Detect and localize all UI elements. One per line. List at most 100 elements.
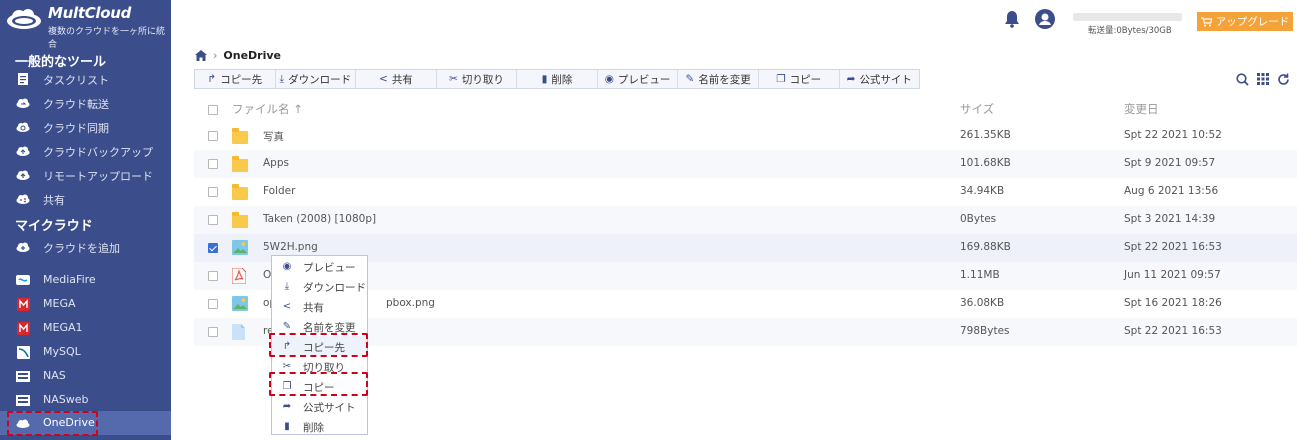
sidebar-item-mega[interactable]: MEGA xyxy=(0,292,171,316)
sidebar-item-cloud-sync[interactable]: クラウド同期 xyxy=(0,115,171,139)
folder-icon xyxy=(232,128,248,144)
sidebar-item-cloud-backup[interactable]: クラウドバックアップ xyxy=(0,139,171,163)
row-checkbox[interactable] xyxy=(208,327,218,337)
breadcrumb-current[interactable]: OneDrive xyxy=(223,49,281,62)
bell-icon[interactable] xyxy=(1004,10,1020,28)
image-file-icon xyxy=(232,296,248,312)
file-date: Spt 9 2021 09:57 xyxy=(1124,157,1216,169)
file-date: Spt 22 2021 16:53 xyxy=(1124,241,1222,253)
sidebar-item-nas[interactable]: NAS xyxy=(0,364,171,388)
sidebar-item-cloud-transfer[interactable]: クラウド転送 xyxy=(0,91,171,115)
row-checkbox[interactable] xyxy=(208,159,218,169)
file-date: Spt 22 2021 10:52 xyxy=(1124,129,1222,141)
context-item-download[interactable]: ⤓ ダウンロード xyxy=(272,276,367,296)
sidebar-item-label: クラウド同期 xyxy=(43,122,109,135)
file-size: 261.35KB xyxy=(960,129,1011,141)
rename-button[interactable]: ✎ 名前を変更 xyxy=(678,70,759,88)
section-clouds-title: マイクラウド xyxy=(15,219,93,234)
table-row[interactable]: Taken (2008) [1080p] 0Bytes Spt 3 2021 1… xyxy=(194,206,1297,234)
official-site-button[interactable]: ➦ 公式サイト xyxy=(840,70,920,88)
highlight-box-copy xyxy=(269,372,368,396)
official-site-icon: ➦ xyxy=(846,73,856,85)
avatar[interactable] xyxy=(1035,9,1055,29)
sidebar-item-nasweb[interactable]: NASweb xyxy=(0,388,171,412)
row-checkbox[interactable] xyxy=(208,299,218,309)
row-checkbox[interactable] xyxy=(208,187,218,197)
mysql-icon xyxy=(16,345,30,359)
context-item-preview[interactable]: ◉ プレビュー xyxy=(272,256,367,276)
sidebar-item-label: タスクリスト xyxy=(43,74,109,87)
file-name: 写真 xyxy=(263,131,284,143)
mediafire-icon xyxy=(16,273,30,287)
task-list-icon xyxy=(16,72,30,86)
context-item-official-site[interactable]: ➦ 公式サイト xyxy=(272,396,367,416)
file-size: 101.68KB xyxy=(960,157,1011,169)
row-checkbox[interactable] xyxy=(208,215,218,225)
share-icon xyxy=(16,192,30,206)
file-icon xyxy=(232,324,248,340)
download-icon: ⤓ xyxy=(279,72,285,85)
table-row[interactable]: Folder 34.94KB Aug 6 2021 13:56 xyxy=(194,178,1297,206)
highlight-box xyxy=(7,411,98,436)
file-date: Aug 6 2021 13:56 xyxy=(1124,185,1219,197)
file-name: 5W2H.png xyxy=(263,241,318,253)
brand[interactable]: MultCloud 複数のクラウドを一ヶ所に統合 xyxy=(0,0,171,50)
brand-name: MultCloud xyxy=(48,4,132,22)
sidebar-item-mediafire[interactable]: MediaFire xyxy=(0,268,171,292)
copy-icon: ❐ xyxy=(776,73,786,85)
breadcrumb: › OneDrive xyxy=(195,48,281,62)
cloud-transfer-icon xyxy=(16,96,30,110)
cut-button[interactable]: ✂ 切り取り xyxy=(437,70,518,88)
delete-button[interactable]: ▮ 削除 xyxy=(517,70,598,88)
share-button[interactable]: < 共有 xyxy=(356,70,437,88)
column-header-date[interactable]: 変更日 xyxy=(1124,101,1159,117)
file-size: 1.11MB xyxy=(960,269,1000,281)
sidebar-item-label: クラウドバックアップ xyxy=(43,146,153,159)
share-icon: < xyxy=(379,73,388,85)
official-site-icon: ➦ xyxy=(282,400,292,412)
action-toolbar: ↱ コピー先 ⤓ ダウンロード < 共有 ✂ 切り取り ▮ 削除 ◉ プレビュー ✎ 名前を変… xyxy=(194,69,920,89)
row-checkbox[interactable] xyxy=(208,271,218,281)
column-header-size[interactable]: サイズ xyxy=(960,101,994,117)
delete-icon: ▮ xyxy=(284,420,290,432)
select-all-checkbox[interactable] xyxy=(208,105,218,115)
upgrade-button[interactable]: アップグレード xyxy=(1197,12,1293,31)
download-button[interactable]: ⤓ ダウンロード xyxy=(276,70,357,88)
home-icon[interactable] xyxy=(195,49,207,61)
mega-icon xyxy=(16,321,30,335)
copy-button[interactable]: ❐ コピー xyxy=(759,70,840,88)
cloud-backup-icon xyxy=(16,144,30,158)
row-checkbox[interactable] xyxy=(208,243,218,253)
sidebar-item-label: MySQL xyxy=(43,345,81,358)
sidebar-item-share[interactable]: 共有 xyxy=(0,187,171,211)
rename-icon: ✎ xyxy=(282,320,292,332)
file-name: Folder xyxy=(263,185,296,197)
sidebar-item-label: リモートアップロード xyxy=(43,170,153,183)
context-item-share[interactable]: < 共有 xyxy=(272,296,367,316)
sidebar-item-label: 共有 xyxy=(43,194,65,207)
row-checkbox[interactable] xyxy=(208,131,218,141)
table-row[interactable]: 写真 261.35KB Spt 22 2021 10:52 xyxy=(194,122,1297,150)
sidebar-item-label: MEGA1 xyxy=(43,321,83,334)
context-item-delete[interactable]: ▮ 削除 xyxy=(272,416,367,436)
add-cloud-button[interactable]: クラウドを追加 xyxy=(0,235,171,259)
search-icon[interactable] xyxy=(1236,73,1249,86)
refresh-icon[interactable] xyxy=(1277,73,1290,86)
file-size: 36.08KB xyxy=(960,297,1005,309)
sidebar-item-label: クラウド転送 xyxy=(43,98,109,111)
preview-icon: ◉ xyxy=(604,73,614,85)
sidebar-item-mysql[interactable]: MySQL xyxy=(0,340,171,364)
column-header-name[interactable]: ファイル名 ↑ xyxy=(232,101,303,117)
copy-to-button[interactable]: ↱ コピー先 xyxy=(195,70,276,88)
share-icon: < xyxy=(282,300,292,312)
file-name: Taken (2008) [1080p] xyxy=(263,213,377,225)
preview-button[interactable]: ◉ プレビュー xyxy=(598,70,679,88)
table-row[interactable]: Apps 101.68KB Spt 9 2021 09:57 xyxy=(194,150,1297,178)
grid-view-icon[interactable] xyxy=(1257,73,1269,85)
sidebar-item-remote-upload[interactable]: リモートアップロード xyxy=(0,163,171,187)
folder-icon xyxy=(232,184,248,200)
cut-icon: ✂ xyxy=(282,360,292,372)
sidebar-item-mega1[interactable]: MEGA1 xyxy=(0,316,171,340)
sidebar-item-task-list[interactable]: タスクリスト xyxy=(0,67,171,91)
file-size: 798Bytes xyxy=(960,325,1010,337)
